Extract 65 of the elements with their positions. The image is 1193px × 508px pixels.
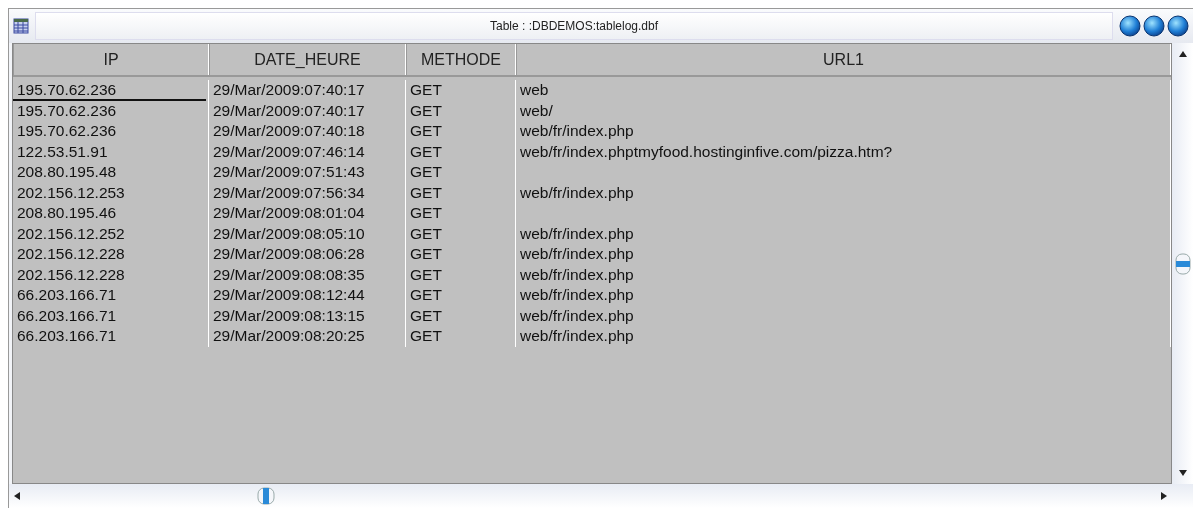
table-cell: 29/Mar/2009:07:40:17 [213, 101, 365, 120]
table-cell: GET [410, 101, 442, 120]
table-cell: GET [410, 183, 442, 202]
scroll-down-arrow-icon[interactable] [1177, 468, 1188, 478]
table-cell: 195.70.62.236 [17, 101, 117, 120]
table-cell: web [520, 81, 549, 100]
table-cell: 29/Mar/2009:07:40:17 [213, 81, 365, 100]
table-cell: web/fr/index.php [520, 306, 634, 325]
table-cell: web/fr/index.php [520, 122, 634, 141]
table-cell: 29/Mar/2009:07:51:43 [213, 163, 365, 182]
table-icon[interactable] [13, 18, 29, 34]
table-cell: GET [410, 306, 442, 325]
table-cell: GET [410, 265, 442, 284]
window-button[interactable] [1143, 15, 1165, 37]
table-cell: 122.53.51.91 [17, 142, 108, 161]
table-cell: 66.203.166.71 [17, 286, 117, 305]
table-cell: GET [410, 204, 442, 223]
table-cell: 195.70.62.236 [17, 122, 117, 141]
table-cell: 195.70.62.236 [17, 81, 117, 100]
table-cell: 29/Mar/2009:08:06:28 [213, 245, 365, 264]
table-cell: 29/Mar/2009:08:01:04 [213, 204, 365, 223]
table-cell: GET [410, 163, 442, 182]
table-cell: GET [410, 122, 442, 141]
scroll-up-arrow-icon[interactable] [1177, 49, 1188, 59]
table-cell: 29/Mar/2009:07:56:34 [213, 183, 365, 202]
table-cell: GET [410, 286, 442, 305]
table-cell: web/fr/index.phptmyfood.hostinginfive.com/pizza.htm? [520, 142, 893, 161]
table-cell: 29/Mar/2009:08:20:25 [213, 327, 365, 346]
scroll-thumb[interactable] [1174, 252, 1191, 275]
table-cell: 202.156.12.253 [17, 183, 125, 202]
table-cell: web/fr/index.php [520, 245, 634, 264]
column-header[interactable]: URL1 [516, 44, 1171, 75]
table-cell: 29/Mar/2009:07:40:18 [213, 122, 365, 141]
table-cell: GET [410, 81, 442, 100]
table-cell: GET [410, 327, 442, 346]
column-header[interactable]: DATE_HEURE [209, 44, 406, 75]
table-cell: 208.80.195.48 [17, 163, 117, 182]
window-title: Table : :DBDEMOS:tablelog.dbf [35, 12, 1113, 40]
table-cell: GET [410, 245, 442, 264]
scroll-thumb[interactable] [257, 487, 275, 505]
column-header[interactable]: METHODE [406, 44, 516, 75]
table-cell: web/fr/index.php [520, 327, 634, 346]
window-button[interactable] [1167, 15, 1189, 37]
table-cell: 29/Mar/2009:07:46:14 [213, 142, 365, 161]
table-cell: GET [410, 224, 442, 243]
table-cell: web/ [520, 101, 553, 120]
table-cell: 29/Mar/2009:08:08:35 [213, 265, 365, 284]
column-header[interactable]: IP [13, 44, 209, 75]
table-cell: web/fr/index.php [520, 265, 634, 284]
table-cell: 29/Mar/2009:08:05:10 [213, 224, 365, 243]
table-cell: web/fr/index.php [520, 286, 634, 305]
table-cell: 202.156.12.252 [17, 224, 125, 243]
scroll-right-arrow-icon[interactable] [1159, 491, 1169, 501]
table-cell: 202.156.12.228 [17, 265, 125, 284]
scroll-left-arrow-icon[interactable] [12, 491, 22, 501]
table-cell: web/fr/index.php [520, 224, 634, 243]
table-cell: 29/Mar/2009:08:13:15 [213, 306, 365, 325]
table-cell: 208.80.195.46 [17, 204, 117, 223]
table-cell: web/fr/index.php [520, 183, 634, 202]
table-cell: 202.156.12.228 [17, 245, 125, 264]
table-cell: GET [410, 142, 442, 161]
table-cell: 29/Mar/2009:08:12:44 [213, 286, 365, 305]
window-button[interactable] [1119, 15, 1141, 37]
table-cell: 66.203.166.71 [17, 306, 117, 325]
table-cell: 66.203.166.71 [17, 327, 117, 346]
